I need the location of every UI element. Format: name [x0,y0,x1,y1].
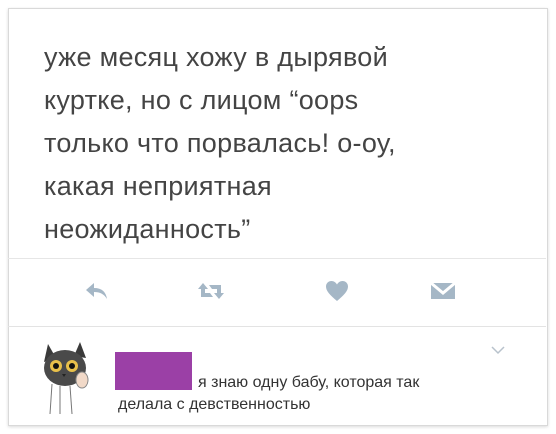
direct-message-button[interactable] [428,276,458,306]
reply-text: я знаю одну бабу, которая так делала с д… [118,372,518,416]
tweet-line: только что порвалась! о-оу, [44,128,396,158]
divider [8,326,546,327]
divider [8,258,546,259]
avatar [44,342,89,415]
like-button[interactable] [322,276,352,306]
reply-line: делала с девственностью [118,396,311,413]
chevron-down-icon[interactable] [490,344,506,356]
retweet-icon [198,283,224,299]
retweet-button[interactable] [196,276,226,306]
direct-message-icon [430,281,456,299]
tweet-text: уже месяц хожу в дырявой куртке, но с ли… [44,36,504,251]
heart-icon [326,281,348,301]
tweet-line: уже месяц хожу в дырявой [44,42,389,72]
tweet-line: куртке, но с лицом “oops [44,85,359,115]
tweet-line: неожиданность” [44,214,251,244]
reply-button[interactable] [82,276,112,306]
tweet-line: какая неприятная [44,171,272,201]
reply-icon [86,283,107,299]
reply-line: я знаю одну бабу, которая так [198,374,420,391]
